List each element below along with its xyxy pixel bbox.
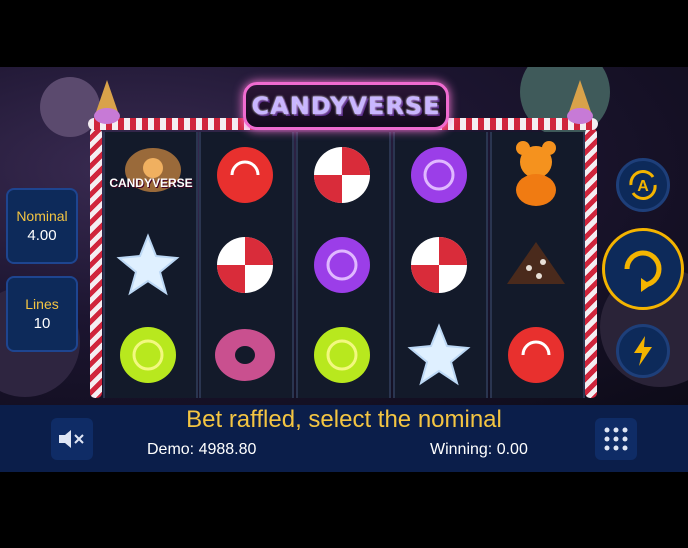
chocolate-chip-cake: [501, 230, 571, 300]
peppermint-swirl-candy: [307, 140, 377, 210]
autoplay-icon: A: [629, 170, 657, 200]
nominal-label: Nominal: [16, 208, 68, 224]
winning-label: Winning:: [430, 441, 493, 458]
glazed-donut: [210, 320, 280, 390]
spin-arrow-icon: [624, 250, 662, 292]
autoplay-button[interactable]: A: [616, 158, 670, 212]
candyverse-logo-symbol: CANDYVERSE: [109, 140, 193, 210]
demo-balance: Demo: 4988.80: [147, 441, 256, 459]
ice-cream-cone-icon: [567, 80, 593, 124]
candy-cane-pole-left: [90, 128, 102, 398]
nominal-value: 4.00: [27, 227, 57, 244]
turbo-button[interactable]: [616, 324, 670, 378]
grid-menu-icon: [604, 427, 628, 451]
lines-value: 10: [33, 315, 51, 332]
green-swirl-candy: [113, 320, 183, 390]
white-star-candy: [404, 320, 474, 390]
demo-label: Demo:: [147, 441, 195, 458]
menu-button[interactable]: [595, 418, 637, 460]
game-logo: CANDYVERSE: [243, 82, 449, 130]
lines-label: Lines: [25, 296, 59, 312]
spin-button[interactable]: [602, 228, 684, 310]
status-message: Bet raffled, select the nominal: [186, 406, 502, 433]
ice-cream-cone-icon: [94, 80, 120, 124]
red-round-candy: [501, 320, 571, 390]
candy-cane-pole-right: [585, 128, 597, 398]
green-swirl-candy: [307, 320, 377, 390]
peppermint-swirl-candy: [210, 230, 280, 300]
mute-button[interactable]: [51, 418, 93, 460]
nominal-selector[interactable]: Nominal 4.00: [6, 188, 78, 264]
purple-swirl-candy: [404, 140, 474, 210]
winning-amount: Winning: 0.00: [430, 441, 528, 459]
peppermint-swirl-candy: [404, 230, 474, 300]
lines-selector[interactable]: Lines 10: [6, 276, 78, 352]
white-star-candy: [113, 230, 183, 300]
svg-text:A: A: [637, 178, 649, 195]
symbol-logo-text: CANDYVERSE: [109, 176, 193, 190]
winning-value: 0.00: [496, 441, 528, 458]
red-round-candy: [210, 140, 280, 210]
speaker-mute-icon: [59, 430, 84, 448]
demo-value: 4988.80: [198, 441, 257, 458]
purple-swirl-candy: [307, 230, 377, 300]
orange-gummy-bear: [501, 140, 571, 210]
lightning-icon: [634, 336, 652, 366]
